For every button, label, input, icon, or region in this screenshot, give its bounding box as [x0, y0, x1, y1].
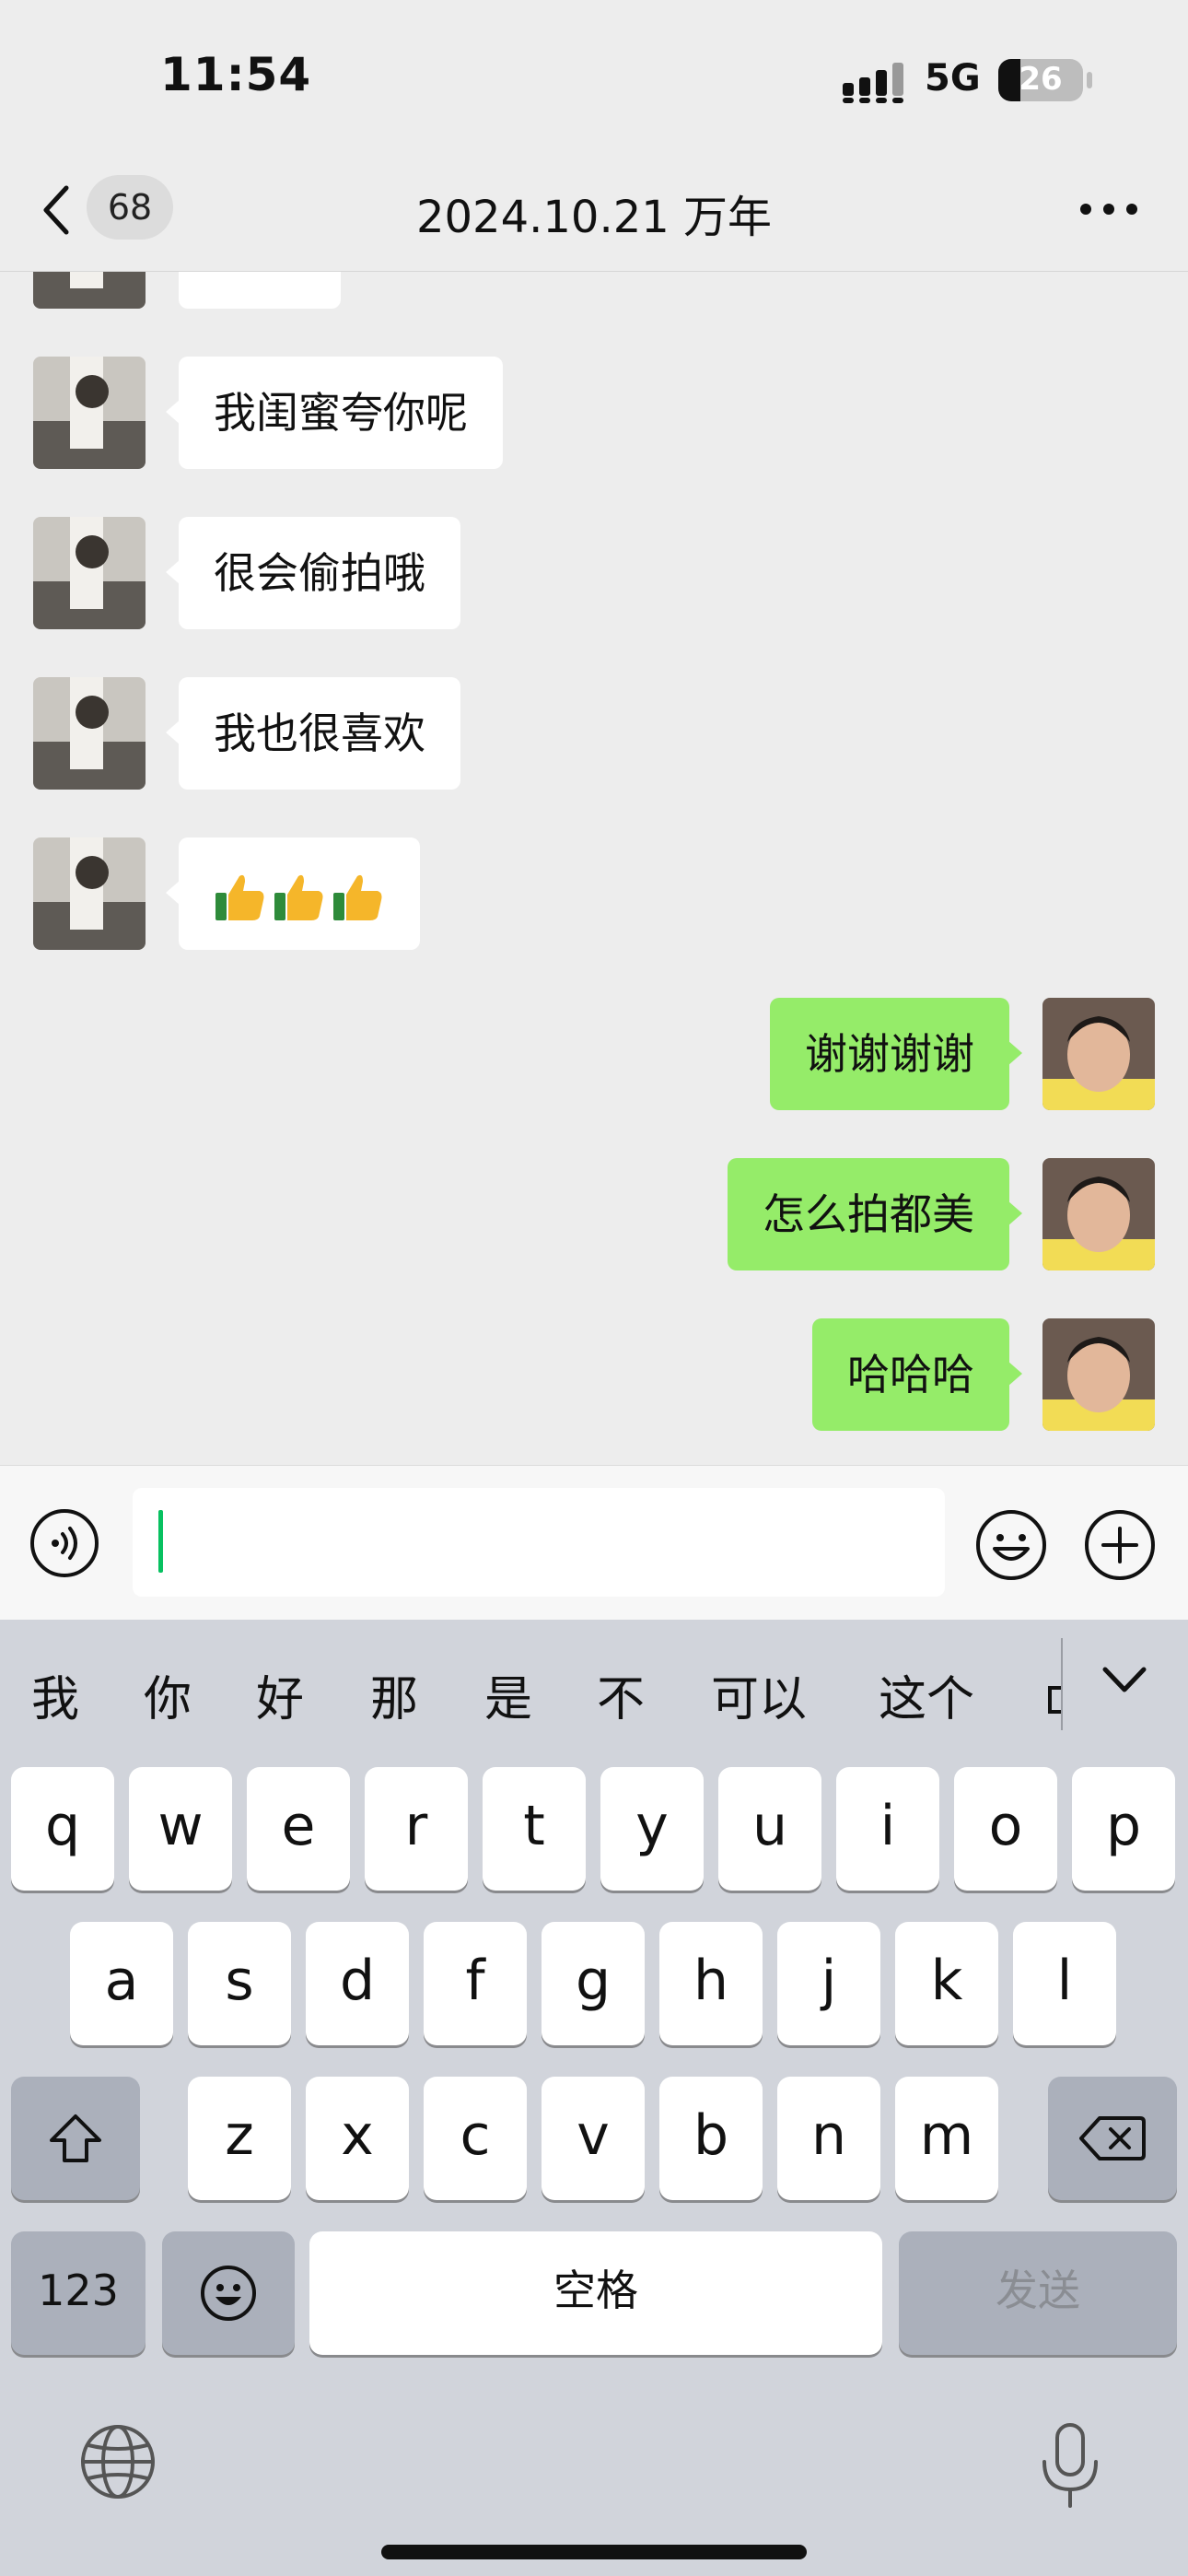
chevron-down-icon[interactable]: [1101, 1664, 1147, 1697]
key-b[interactable]: b: [659, 2077, 763, 2200]
key-l[interactable]: l: [1013, 1922, 1116, 2045]
key-m[interactable]: m: [895, 2077, 998, 2200]
self-avatar[interactable]: [1042, 1158, 1155, 1270]
status-time: 11:54: [160, 48, 312, 101]
delete-key[interactable]: [1048, 2077, 1177, 2200]
space-key[interactable]: 空格: [309, 2231, 882, 2355]
network-type: 5G: [925, 57, 981, 100]
candidate-word[interactable]: 好: [256, 1660, 304, 1729]
thumbs-up-icon: [333, 874, 382, 920]
candidate-word[interactable]: 那: [370, 1660, 418, 1729]
message-row: 我闺蜜夸你呢: [0, 357, 1188, 471]
candidate-word[interactable]: 可以: [711, 1660, 807, 1729]
emoji-icon: [201, 2266, 256, 2321]
candidate-word[interactable]: 是: [484, 1660, 532, 1729]
candidate-overflow: [1046, 1620, 1061, 1758]
numbers-key[interactable]: 123: [11, 2231, 146, 2355]
key-s[interactable]: s: [188, 1922, 291, 2045]
message-row: [0, 272, 1188, 310]
key-h[interactable]: h: [659, 1922, 763, 2045]
message-bubble[interactable]: 我闺蜜夸你呢: [166, 357, 503, 469]
key-d[interactable]: d: [306, 1922, 409, 2045]
message-bubble[interactable]: 很会偷拍哦: [166, 517, 460, 629]
status-bar: 11:54 5G 26: [0, 0, 1188, 157]
contact-avatar[interactable]: [33, 677, 146, 790]
key-n[interactable]: n: [777, 2077, 880, 2200]
contact-avatar[interactable]: [33, 837, 146, 950]
contact-avatar[interactable]: [33, 357, 146, 469]
candidate-word[interactable]: 这个: [879, 1660, 974, 1729]
message-row: 哈哈哈: [0, 1318, 1188, 1433]
message-bubble-emoji[interactable]: [166, 837, 420, 950]
message-input[interactable]: [133, 1488, 945, 1597]
shift-key[interactable]: [11, 2077, 140, 2200]
key-c[interactable]: c: [424, 2077, 527, 2200]
message-row: [0, 837, 1188, 952]
message-bubble[interactable]: 我也很喜欢: [166, 677, 460, 790]
keyboard: 我 你 好 那 是 不 可以 这个 q w e r t y u i o p a …: [0, 1620, 1188, 2576]
key-y[interactable]: y: [600, 1767, 704, 1891]
message-list[interactable]: 我闺蜜夸你呢 很会偷拍哦 我也很喜欢 谢谢谢谢 怎么拍都美 哈哈哈: [0, 272, 1188, 1465]
input-bar: [0, 1465, 1188, 1621]
key-r[interactable]: r: [365, 1767, 468, 1891]
text-cursor: [158, 1510, 163, 1573]
key-w[interactable]: w: [129, 1767, 232, 1891]
candidate-word[interactable]: 我: [31, 1660, 79, 1729]
key-e[interactable]: e: [247, 1767, 350, 1891]
chat-title: 2024.10.21 万年: [415, 192, 773, 243]
emoji-keyboard-key[interactable]: [162, 2231, 295, 2355]
message-row: 谢谢谢谢: [0, 998, 1188, 1112]
key-f[interactable]: f: [424, 1922, 527, 2045]
message-bubble[interactable]: 哈哈哈: [812, 1318, 1022, 1431]
plus-circle-icon[interactable]: [1083, 1508, 1157, 1582]
shift-arrow-icon: [50, 2114, 101, 2162]
self-avatar[interactable]: [1042, 1318, 1155, 1431]
self-avatar[interactable]: [1042, 998, 1155, 1110]
key-q[interactable]: q: [11, 1767, 114, 1891]
message-bubble[interactable]: 怎么拍都美: [728, 1158, 1022, 1270]
battery-icon: 26: [998, 59, 1083, 101]
voice-input-icon[interactable]: [29, 1508, 99, 1578]
message-row: 怎么拍都美: [0, 1158, 1188, 1272]
thumbs-up-icon: [274, 874, 323, 920]
key-j[interactable]: j: [777, 1922, 880, 2045]
candidate-word[interactable]: 你: [144, 1660, 192, 1729]
candidate-word[interactable]: 不: [597, 1660, 645, 1729]
key-v[interactable]: v: [542, 2077, 645, 2200]
key-u[interactable]: u: [718, 1767, 821, 1891]
emoji-icon[interactable]: [974, 1508, 1048, 1582]
message-row: 很会偷拍哦: [0, 517, 1188, 631]
candidate-bar: 我 你 好 那 是 不 可以 这个: [0, 1620, 1188, 1758]
key-o[interactable]: o: [954, 1767, 1057, 1891]
send-key[interactable]: 发送: [899, 2231, 1177, 2355]
key-p[interactable]: p: [1072, 1767, 1175, 1891]
thumbs-up-icon: [215, 874, 264, 920]
microphone-icon[interactable]: [1039, 2421, 1101, 2510]
candidate-divider: [1061, 1638, 1063, 1730]
battery-percent: 26: [1019, 61, 1063, 98]
key-g[interactable]: g: [542, 1922, 645, 2045]
message-bubble[interactable]: [179, 272, 341, 309]
key-x[interactable]: x: [306, 2077, 409, 2200]
message-bubble[interactable]: 谢谢谢谢: [770, 998, 1022, 1110]
message-row: 我也很喜欢: [0, 677, 1188, 791]
key-t[interactable]: t: [483, 1767, 586, 1891]
key-k[interactable]: k: [895, 1922, 998, 2045]
chat-header: 68 2024.10.21 万年: [0, 157, 1188, 272]
backspace-icon: [1079, 2116, 1146, 2160]
key-z[interactable]: z: [188, 2077, 291, 2200]
key-a[interactable]: a: [70, 1922, 173, 2045]
key-i[interactable]: i: [836, 1767, 939, 1891]
home-indicator[interactable]: [381, 2545, 807, 2559]
contact-avatar[interactable]: [33, 272, 146, 309]
contact-avatar[interactable]: [33, 517, 146, 629]
cellular-signal-icon: [843, 63, 903, 103]
globe-icon[interactable]: [77, 2421, 158, 2502]
battery-tip: [1087, 72, 1092, 88]
more-options-icon[interactable]: [1079, 203, 1138, 216]
